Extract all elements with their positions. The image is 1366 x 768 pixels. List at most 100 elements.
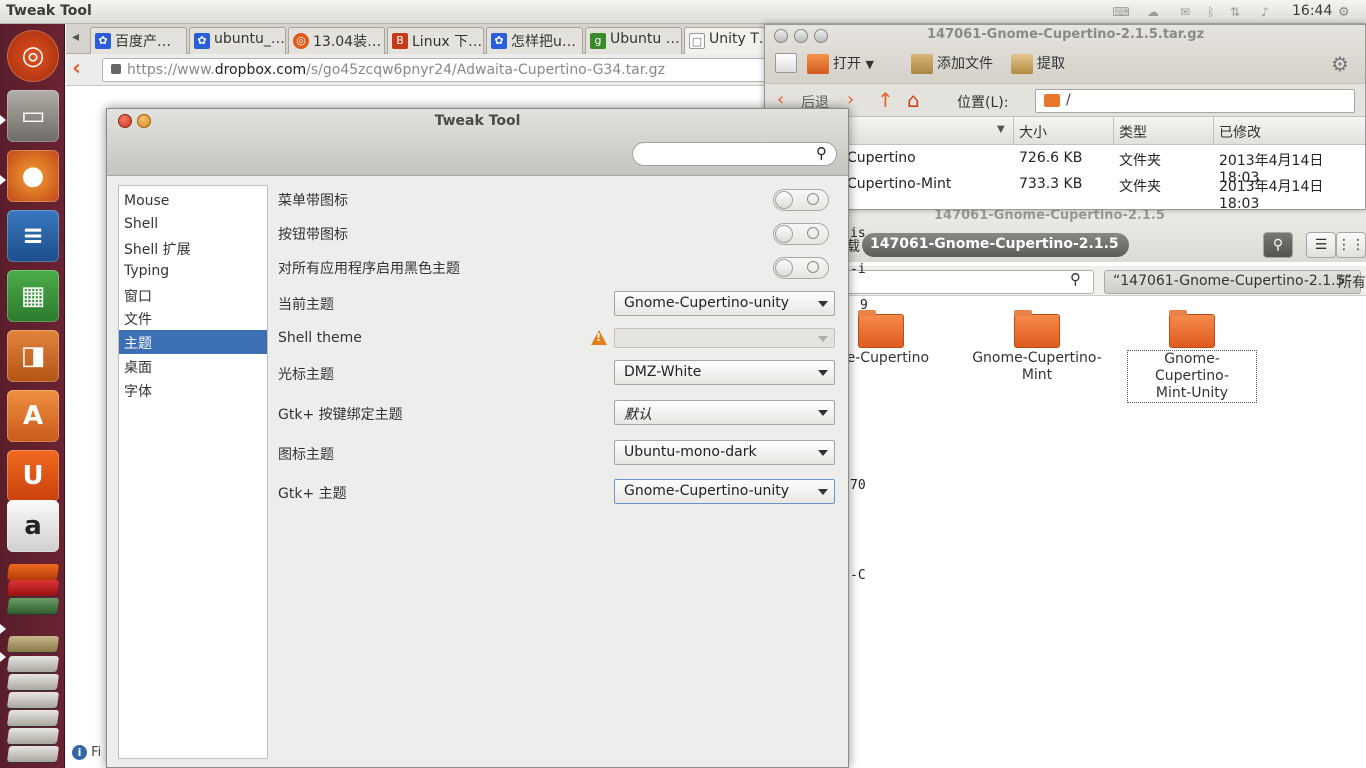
dark-theme-switch[interactable] (773, 257, 829, 279)
sidebar-item-fonts[interactable]: 字体 (119, 378, 267, 402)
terminal-fragment: -C (850, 568, 866, 583)
ubuntu-one-icon[interactable]: U (7, 450, 59, 502)
folder-icon (858, 310, 904, 348)
sidebar-item-files[interactable]: 文件 (119, 306, 267, 330)
launcher-stack-item[interactable] (6, 728, 60, 744)
table-row[interactable]: Cupertino-Mint 733.3 KB 文件夹 2013年4月14日 1… (765, 172, 1365, 212)
breadcrumb[interactable]: 147061-Gnome-Cupertino-2.1.5 (862, 233, 1129, 257)
writer-icon[interactable]: ≡ (7, 210, 59, 262)
browser-tab[interactable]: ✿ 怎样把u… (486, 27, 583, 54)
table-row[interactable]: Cupertino 726.6 KB 文件夹 2013年4月14日 18:03 (765, 146, 1365, 186)
location-input[interactable]: / (1035, 89, 1355, 113)
browser-tab[interactable]: ✿ ubuntu_… (189, 27, 286, 54)
sidebar-item-shell[interactable]: Shell (119, 213, 267, 237)
mail-indicator-icon[interactable]: ✉ (1176, 5, 1194, 19)
icon-theme-select[interactable]: Ubuntu-mono-dark (614, 440, 835, 465)
url-prefix: https://www. (127, 62, 215, 78)
software-center-icon[interactable]: A (7, 390, 59, 442)
sidebar-item-shell-extensions[interactable]: Shell 扩展 (119, 236, 267, 260)
location-bar: ‹ 后退 › ↑ ⌂ 位置(L): / (765, 83, 1365, 117)
gtk-theme-select[interactable]: Gnome-Cupertino-unity (614, 479, 835, 504)
tabs-scroll-left-icon[interactable]: ◂ (72, 29, 79, 45)
launcher-stack-item[interactable] (6, 564, 60, 580)
sort-arrow-icon[interactable]: ▼ (997, 124, 1005, 135)
url-bar[interactable]: https://www.dropbox.com/s/go45zcqw6pnyr2… (102, 58, 802, 82)
column-modified[interactable]: 已修改 (1219, 122, 1261, 142)
switch-off-icon (807, 261, 819, 273)
browser-tab[interactable]: g Ubuntu … (585, 27, 682, 54)
search-input[interactable]: ⚲ (632, 142, 837, 166)
current-theme-select[interactable]: Gnome-Cupertino-unity (614, 291, 835, 316)
home-icon[interactable]: ⌂ (907, 88, 920, 112)
keybinding-theme-select[interactable]: 默认 (614, 400, 835, 425)
firefox-icon[interactable]: ● (7, 150, 59, 202)
terminal-fragment: is (850, 226, 866, 241)
search-input[interactable] (844, 270, 1094, 294)
sidebar-item-theme[interactable]: 主题 (119, 330, 267, 354)
switch-knob (775, 259, 793, 277)
launcher-stack-item[interactable] (6, 710, 60, 726)
volume-indicator-icon[interactable]: ♪ (1256, 5, 1274, 19)
gear-icon[interactable]: ⚙ (1331, 52, 1349, 76)
new-archive-button[interactable] (775, 53, 801, 73)
browser-tab[interactable]: ✿ 百度产… (90, 27, 187, 54)
close-window-button[interactable] (774, 29, 788, 43)
add-file-button[interactable]: 添加文件 (911, 53, 993, 74)
running-indicator (0, 175, 6, 185)
g-site-icon: g (590, 33, 606, 49)
folder-item-selected[interactable]: Gnome-Cupertino- Mint-Unity (1127, 310, 1257, 403)
search-icon: ⚲ (816, 144, 827, 162)
launcher-stack-item[interactable] (6, 598, 60, 614)
extract-button[interactable]: 提取 (1011, 53, 1065, 74)
launcher-stack-item[interactable] (6, 746, 60, 762)
forward-icon[interactable]: › (847, 89, 854, 110)
launcher-stack-item[interactable] (6, 692, 60, 708)
sidebar-item-typing[interactable]: Typing (119, 260, 267, 284)
folder-icon (1169, 310, 1215, 348)
launcher-stack-item[interactable] (6, 580, 60, 596)
setting-label: 当前主题 (278, 297, 334, 313)
launcher-stack-item[interactable] (6, 674, 60, 690)
folder-item[interactable]: Gnome-Cupertino- Mint (972, 310, 1102, 384)
button-icons-switch[interactable] (773, 223, 829, 245)
sidebar-item-mouse[interactable]: Mouse (119, 190, 267, 214)
sidebar-item-desktop[interactable]: 桌面 (119, 354, 267, 378)
files-app-icon[interactable]: ▭ (7, 90, 59, 142)
column-type[interactable]: 类型 (1119, 122, 1147, 142)
search-button[interactable]: ⚲ (1263, 232, 1293, 258)
maximize-window-button[interactable] (814, 29, 828, 43)
amazon-icon[interactable]: a (7, 500, 59, 552)
ubuntu-dash-icon[interactable]: ◎ (7, 30, 59, 82)
open-button[interactable]: 打开 ▼ (807, 53, 874, 74)
switch-knob (775, 191, 793, 209)
impress-icon[interactable]: ◨ (7, 330, 59, 382)
browser-tab[interactable]: B Linux 下… (387, 27, 484, 54)
search-all-tag[interactable]: 所有 (1338, 272, 1366, 292)
column-separator (1113, 117, 1114, 145)
up-icon[interactable]: ↑ (877, 88, 894, 112)
cursor-theme-select[interactable]: DMZ-White (614, 360, 835, 385)
back-icon[interactable]: ‹ (72, 58, 94, 82)
calc-icon[interactable]: ▦ (7, 270, 59, 322)
clock[interactable]: 16:44 (1292, 3, 1332, 19)
column-header: ▼ 大小 类型 已修改 (765, 117, 1365, 145)
grid-view-button[interactable]: ⋮⋮ (1336, 232, 1366, 258)
cloud-indicator-icon[interactable]: ☁ (1144, 5, 1162, 19)
back-icon[interactable]: ‹ (777, 89, 784, 110)
running-indicator (0, 652, 6, 662)
search-location-tag[interactable]: “147061-Gnome-Cupertino-2.1.5” (1104, 270, 1361, 294)
sidebar-item-windows[interactable]: 窗口 (119, 283, 267, 307)
launcher-stack-item[interactable] (6, 636, 60, 652)
list-view-button[interactable]: ☰ (1306, 232, 1336, 258)
minimize-window-button[interactable] (794, 29, 808, 43)
power-icon[interactable]: ⚙ (1338, 5, 1350, 20)
launcher-stack-item[interactable] (6, 656, 60, 672)
bluetooth-indicator-icon[interactable]: ᛒ (1202, 5, 1220, 19)
network-indicator-icon[interactable]: ⇅ (1226, 5, 1244, 19)
terminal-fragment: -i (850, 262, 866, 277)
shell-theme-select[interactable] (614, 328, 835, 348)
column-size[interactable]: 大小 (1019, 122, 1047, 142)
menu-icons-switch[interactable] (773, 189, 829, 211)
browser-tab[interactable]: ◎ 13.04装… (288, 27, 385, 54)
keyboard-indicator-icon[interactable]: ⌨ (1112, 5, 1130, 19)
